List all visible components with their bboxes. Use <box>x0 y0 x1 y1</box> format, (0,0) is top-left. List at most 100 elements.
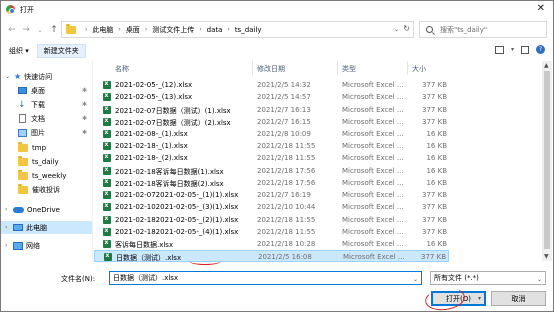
nav-item-this-pc[interactable]: › 此电脑 <box>1 221 93 234</box>
search-input[interactable]: 搜索"ts_daily" <box>419 21 547 38</box>
nav-item-documents[interactable]: 文档 ✱ <box>1 112 93 125</box>
pin-icon: ✱ <box>81 129 87 136</box>
column-divider[interactable] <box>337 61 338 75</box>
search-placeholder: 搜索"ts_daily" <box>440 25 488 34</box>
help-icon[interactable]: ? <box>536 45 545 54</box>
file-type-value: 所有文件 (*.*) <box>434 274 479 282</box>
nav-item-tmp[interactable]: tmp <box>1 141 93 154</box>
file-row[interactable]: 2021-02-102021-02-05-_(3)(1).xlsx 2021/2… <box>94 201 449 213</box>
nav-item-label: tmp <box>32 143 47 152</box>
file-type: Microsoft Excel ... <box>342 130 404 138</box>
chevron-down-icon[interactable]: ▾ <box>511 46 514 53</box>
recent-locations-chevron-icon[interactable]: ⌄ <box>33 23 47 37</box>
filename-field[interactable]: 日数据（测试）.xlsx ⌄ <box>109 271 422 285</box>
forward-arrow-icon[interactable]: → <box>19 23 33 37</box>
file-name: 日数据（测试）.xlsx <box>116 254 182 262</box>
scrollbar-thumb[interactable] <box>544 71 550 249</box>
nav-item-pictures[interactable]: 图片 ✱ <box>1 126 93 139</box>
excel-file-icon <box>103 105 111 114</box>
view-options-icon[interactable] <box>494 45 504 54</box>
filename-value: 日数据（测试）.xlsx <box>113 274 179 282</box>
file-list-header: 名称 修改日期 类型 大小 <box>94 61 542 75</box>
navigation-pane: ⌄ ★ 快速访问 桌面 ✱ ↓ 下载 ✱ 文档 ✱ 图片 ✱ tmp ts_da… <box>1 61 93 261</box>
up-arrow-icon[interactable]: ↑ <box>47 23 61 37</box>
chevron-down-icon: ⌄ <box>536 276 542 283</box>
file-size: 16 KB <box>426 167 447 175</box>
close-icon[interactable]: ✕ <box>537 3 545 14</box>
breadcrumb-item[interactable]: data <box>207 26 223 34</box>
file-row-selected[interactable]: 日数据（测试）.xlsx 2021/2/5 16:08 Microsoft Ex… <box>94 250 449 262</box>
file-type: Microsoft Excel ... <box>342 240 404 248</box>
file-type: Microsoft Excel ... <box>342 191 404 199</box>
nav-item-desktop[interactable]: 桌面 ✱ <box>1 84 93 97</box>
nav-item-onedrive[interactable]: › OneDrive <box>1 203 93 216</box>
breadcrumb-item[interactable]: 桌面 <box>126 25 140 35</box>
folder-icon <box>18 183 28 194</box>
new-folder-button[interactable]: 新建文件夹 <box>36 44 86 58</box>
file-size: 377 KB <box>422 118 447 126</box>
nav-item-complaints[interactable]: 催收投诉 <box>1 183 93 196</box>
scroll-down-icon[interactable]: ▼ <box>544 253 549 260</box>
breadcrumb-item[interactable]: ts_daily <box>235 26 262 34</box>
excel-file-icon <box>103 129 111 138</box>
nav-item-label: 下载 <box>31 100 45 109</box>
column-header-name[interactable]: 名称 <box>115 64 129 74</box>
file-row[interactable]: 2021-02-08-_(1).xlsx 2021/2/8 10:09 Micr… <box>94 128 449 140</box>
document-icon <box>19 114 26 123</box>
address-bar[interactable]: › 此电脑 › 桌面 › 测试文件上传 › data › ts_daily ⌄ … <box>61 21 414 38</box>
file-row[interactable]: 2021-02-18客诉每日数据(2).xlsx 2021/2/18 17:56… <box>94 177 449 189</box>
chevron-down-icon[interactable]: ▾ <box>478 295 481 302</box>
nav-item-quick-access[interactable]: ⌄ ★ 快速访问 <box>1 70 93 83</box>
file-row[interactable]: 2021-02-182021-02-05-_(4)(1).xlsx 2021/2… <box>94 226 449 238</box>
file-type-select[interactable]: 所有文件 (*.*) ⌄ <box>430 271 546 285</box>
file-row[interactable]: 2021-02-18-_(1).xlsx 2021/2/18 11:55 Mic… <box>94 140 449 152</box>
cloud-icon <box>13 206 24 213</box>
file-size: 16 KB <box>426 130 447 138</box>
file-size: 16 KB <box>426 179 447 187</box>
open-file-dialog: 打开 ✕ ← → ⌄ ↑ › 此电脑 › 桌面 › 测试文件上传 › data … <box>0 0 554 312</box>
file-name: 2021-02-18客诉每日数据(1).xlsx <box>115 168 224 176</box>
back-arrow-icon[interactable]: ← <box>5 23 19 37</box>
excel-file-icon <box>104 252 112 261</box>
scroll-up-icon[interactable]: ▲ <box>544 62 549 69</box>
file-size: 377 KB <box>422 216 447 224</box>
breadcrumb-item[interactable]: 此电脑 <box>92 25 113 35</box>
vertical-scrollbar[interactable]: ▲ ▼ <box>542 61 552 261</box>
file-row[interactable]: 2021-02-072021-02-05-_(1)(1).xlsx 2021/2… <box>94 189 449 201</box>
column-divider[interactable] <box>252 61 253 75</box>
breadcrumb-item[interactable]: 测试文件上传 <box>152 25 194 35</box>
column-header-date[interactable]: 修改日期 <box>257 64 285 74</box>
file-row[interactable]: 2021-02-07日数据（测试）(2).xlsx 2021/2/7 16:15… <box>94 116 449 128</box>
refresh-icon[interactable]: ↻ <box>403 24 410 33</box>
nav-item-network[interactable]: › 网络 <box>1 239 93 252</box>
chevron-down-icon[interactable]: ⌄ <box>413 274 418 286</box>
cancel-button-label: 取消 <box>511 294 526 303</box>
chevron-right-icon: › <box>118 26 121 33</box>
file-type: Microsoft Excel ... <box>342 167 404 175</box>
column-header-size[interactable]: 大小 <box>412 64 426 74</box>
nav-item-downloads[interactable]: ↓ 下载 ✱ <box>1 98 93 111</box>
chevron-down-icon[interactable]: ⌄ <box>394 26 399 33</box>
preview-pane-icon[interactable] <box>521 45 529 54</box>
file-row[interactable]: 2021-02-07日数据（测试）(1).xlsx 2021/2/7 16:13… <box>94 104 449 116</box>
file-row[interactable]: 2021-02-05-_(13).xlsx 2021/2/5 14:57 Mic… <box>94 91 449 103</box>
file-type: Microsoft Excel ... <box>342 106 404 114</box>
file-row[interactable]: 2021-02-05-_(12).xlsx 2021/2/5 14:32 Mic… <box>94 79 449 91</box>
file-date: 2021/2/18 11:55 <box>257 228 316 236</box>
file-row[interactable]: 2021-02-182021-02-05-_(2)(1).xlsx 2021/2… <box>94 214 449 226</box>
file-size: 16 KB <box>426 154 447 162</box>
nav-item-label: ts_weekly <box>32 171 67 180</box>
cancel-button[interactable]: 取消 <box>491 291 546 306</box>
organize-button[interactable]: 组织 ▾ <box>9 46 29 56</box>
chevron-right-icon: › <box>144 26 148 33</box>
column-divider[interactable] <box>407 61 408 75</box>
file-row[interactable]: 客诉每日数据.xlsx 2021/2/18 10:28 Microsoft Ex… <box>94 238 449 250</box>
file-row[interactable]: 2021-02-18客诉每日数据(1).xlsx 2021/2/18 17:56… <box>94 165 449 177</box>
pin-icon: ✱ <box>81 87 87 94</box>
file-row[interactable]: 2021-02-18-_(2).xlsx 2021/2/18 11:55 Mic… <box>94 152 449 164</box>
nav-item-ts-weekly[interactable]: ts_weekly <box>1 169 93 182</box>
nav-item-ts-daily[interactable]: ts_daily <box>1 155 93 168</box>
column-header-type[interactable]: 类型 <box>342 64 356 74</box>
file-list: 名称 修改日期 类型 大小 2021-02-05-_(12).xlsx 2021… <box>94 61 542 262</box>
window-title: 打开 <box>20 5 34 14</box>
